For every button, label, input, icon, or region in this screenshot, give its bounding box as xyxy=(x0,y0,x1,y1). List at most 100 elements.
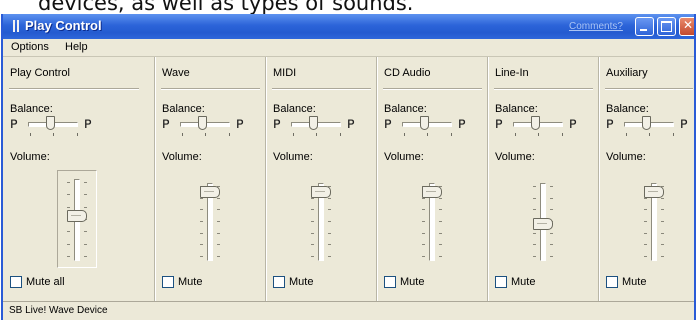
channel-column: Wave Balance: ᴘ ᴘ Volume: Mute xyxy=(154,57,265,301)
volume-tick xyxy=(328,197,331,199)
right-speaker-icon: ᴘ xyxy=(236,114,244,132)
volume-slider[interactable] xyxy=(195,175,225,265)
volume-tick xyxy=(661,221,664,222)
volume-tick xyxy=(550,232,553,234)
volume-thumb[interactable] xyxy=(533,218,553,231)
close-button[interactable] xyxy=(679,17,694,36)
title-bar[interactable]: Play Control Comments? xyxy=(3,14,694,39)
balance-thumb[interactable] xyxy=(531,116,540,130)
balance-slider[interactable]: ᴘ ᴘ xyxy=(162,115,262,141)
volume-slider[interactable] xyxy=(417,175,447,265)
channel-column: Auxiliary Balance: ᴘ ᴘ Volume: Mute xyxy=(598,57,694,301)
volume-tick xyxy=(644,209,647,211)
left-speaker-icon: ᴘ xyxy=(162,114,170,132)
volume-tick xyxy=(439,232,442,234)
balance-thumb[interactable] xyxy=(642,116,651,130)
balance-slider[interactable]: ᴘ ᴘ xyxy=(495,115,595,141)
volume-tick xyxy=(328,221,331,222)
volume-tick xyxy=(84,256,87,257)
volume-tick xyxy=(311,232,314,234)
volume-thumb[interactable] xyxy=(200,186,220,199)
channel-name: MIDI xyxy=(273,67,297,79)
channel-name-divider xyxy=(605,88,693,90)
menu-options[interactable]: Options xyxy=(11,41,49,53)
volume-tick xyxy=(439,197,442,199)
right-speaker-icon: ᴘ xyxy=(458,114,466,132)
volume-slider[interactable] xyxy=(306,175,336,265)
mute-checkbox[interactable] xyxy=(495,276,507,288)
volume-label: Volume: xyxy=(384,151,424,163)
balance-ticks xyxy=(626,133,674,136)
volume-tick xyxy=(661,209,664,211)
status-device: SB Live! Wave Device xyxy=(9,305,108,316)
mute-checkbox-row[interactable]: Mute xyxy=(495,276,535,288)
volume-tick xyxy=(311,221,314,222)
volume-tick xyxy=(217,256,220,257)
mute-checkbox[interactable] xyxy=(384,276,396,288)
volume-tick xyxy=(644,232,647,234)
volume-tick xyxy=(439,244,442,246)
balance-thumb[interactable] xyxy=(420,116,429,130)
volume-label: Volume: xyxy=(162,151,202,163)
mute-checkbox-row[interactable]: Mute xyxy=(162,276,202,288)
mute-label: Mute xyxy=(511,276,536,288)
volume-tick xyxy=(328,209,331,211)
volume-label: Volume: xyxy=(273,151,313,163)
left-speaker-icon: ᴘ xyxy=(606,114,614,132)
volume-tick xyxy=(422,244,425,246)
volume-thumb[interactable] xyxy=(422,186,442,199)
mute-checkbox-row[interactable]: Mute xyxy=(384,276,424,288)
channel-column: Line-In Balance: ᴘ ᴘ Volume: Mute xyxy=(487,57,598,301)
maximize-button[interactable] xyxy=(657,17,676,36)
mute-checkbox-row[interactable]: Mute xyxy=(273,276,313,288)
mute-checkbox-row[interactable]: Mute xyxy=(606,276,646,288)
volume-slider[interactable] xyxy=(639,175,669,265)
menu-help[interactable]: Help xyxy=(65,41,88,53)
channel-name: Auxiliary xyxy=(606,67,648,79)
volume-tick xyxy=(550,209,553,211)
volume-thumb[interactable] xyxy=(311,186,331,199)
right-speaker-icon: ᴘ xyxy=(680,114,688,132)
volume-tick xyxy=(533,186,536,187)
left-speaker-icon: ᴘ xyxy=(10,114,18,132)
volume-tick xyxy=(200,232,203,234)
channel-name-divider xyxy=(9,88,139,90)
volume-tick xyxy=(550,244,553,246)
volume-tick xyxy=(644,244,647,246)
mixer-panel: Play Control Balance: ᴘ ᴘ Volume: Mute a… xyxy=(3,57,694,301)
balance-thumb[interactable] xyxy=(198,116,207,130)
volume-tick xyxy=(422,256,425,257)
right-speaker-icon: ᴘ xyxy=(569,114,577,132)
mute-label: Mute xyxy=(289,276,314,288)
volume-label: Volume: xyxy=(606,151,646,163)
mute-checkbox-row[interactable]: Mute all xyxy=(10,276,65,288)
volume-slider[interactable] xyxy=(57,170,97,268)
balance-slider[interactable]: ᴘ ᴘ xyxy=(10,115,110,141)
balance-thumb[interactable] xyxy=(309,116,318,130)
volume-thumb[interactable] xyxy=(67,209,87,222)
comments-link[interactable]: Comments? xyxy=(569,21,623,32)
volume-slider[interactable] xyxy=(528,175,558,265)
balance-slider[interactable]: ᴘ ᴘ xyxy=(384,115,484,141)
window-title: Play Control xyxy=(25,18,102,33)
volume-thumb[interactable] xyxy=(644,186,664,199)
volume-tick xyxy=(328,256,331,257)
mute-label: Mute xyxy=(400,276,425,288)
mute-checkbox[interactable] xyxy=(10,276,22,288)
channel-name-divider xyxy=(272,88,371,90)
left-speaker-icon: ᴘ xyxy=(384,114,392,132)
right-speaker-icon: ᴘ xyxy=(347,114,355,132)
balance-thumb[interactable] xyxy=(46,116,55,130)
volume-tick xyxy=(644,221,647,222)
mute-checkbox[interactable] xyxy=(273,276,285,288)
left-speaker-icon: ᴘ xyxy=(273,114,281,132)
balance-slider[interactable]: ᴘ ᴘ xyxy=(606,114,694,141)
volume-tick xyxy=(67,206,70,208)
status-bar: SB Live! Wave Device xyxy=(3,301,694,320)
balance-slider[interactable]: ᴘ ᴘ xyxy=(273,115,373,141)
minimize-button[interactable] xyxy=(635,17,654,36)
mute-checkbox[interactable] xyxy=(162,276,174,288)
volume-tick xyxy=(422,232,425,234)
volume-tick xyxy=(84,231,87,233)
mute-checkbox[interactable] xyxy=(606,276,618,288)
